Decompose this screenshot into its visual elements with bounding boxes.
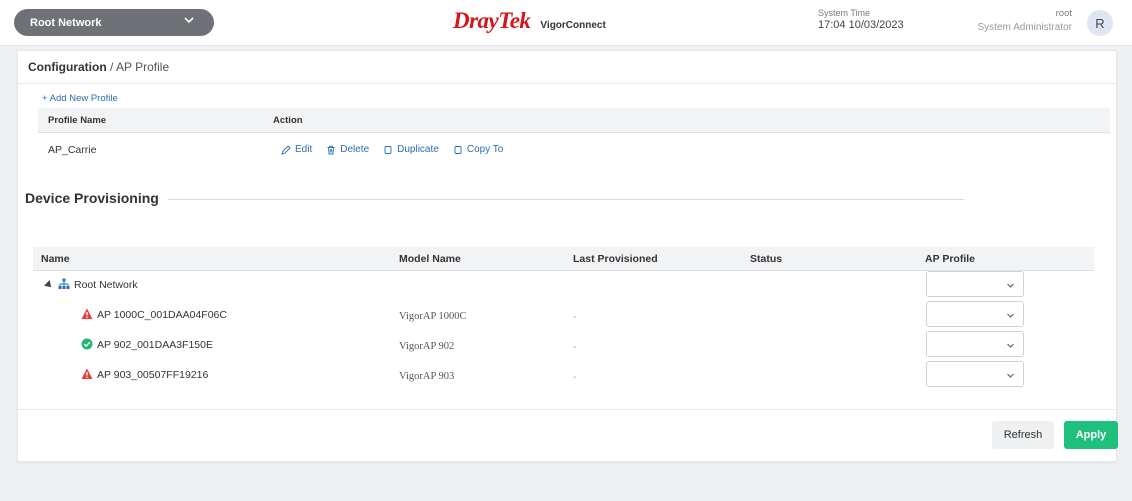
last-provisioned: - bbox=[573, 371, 577, 383]
warning-icon bbox=[81, 368, 93, 379]
warning-icon bbox=[81, 308, 93, 319]
pencil-icon bbox=[281, 144, 291, 155]
profile-actions: Edit Delete Duplicate Copy To bbox=[281, 144, 503, 155]
model-name: VigorAP 902 bbox=[399, 341, 455, 352]
delete-button[interactable]: Delete bbox=[326, 144, 369, 155]
ap-profile-select[interactable] bbox=[926, 271, 1024, 297]
device-name[interactable]: AP 1000C_001DAA04F06C bbox=[81, 308, 227, 321]
breadcrumb: Configuration / AP Profile bbox=[28, 60, 169, 74]
check-circle-icon bbox=[81, 338, 93, 350]
network-selector[interactable]: Root Network bbox=[14, 9, 214, 36]
copy-icon bbox=[384, 145, 392, 154]
column-header-name: Name bbox=[41, 253, 70, 265]
brand-name: DrayTek bbox=[453, 8, 531, 33]
device-name-label: AP 902_001DAA3F150E bbox=[97, 339, 213, 351]
breadcrumb-page: AP Profile bbox=[116, 60, 170, 74]
user-role: System Administrator bbox=[977, 22, 1072, 33]
apply-button[interactable]: Apply bbox=[1064, 421, 1118, 449]
device-name-label: AP 1000C_001DAA04F06C bbox=[97, 309, 227, 321]
network-selector-label: Root Network bbox=[30, 16, 102, 29]
divider bbox=[18, 409, 1118, 410]
user-info[interactable]: root System Administrator bbox=[978, 7, 1072, 35]
column-header-ap-profile: AP Profile bbox=[925, 253, 975, 265]
model-name: VigorAP 903 bbox=[399, 371, 455, 382]
add-new-profile-link[interactable]: + Add New Profile bbox=[42, 93, 118, 104]
top-bar: Root Network DrayTek VigorConnect System… bbox=[0, 0, 1132, 46]
ap-profile-select[interactable] bbox=[926, 301, 1024, 327]
profile-table-header: Profile Name Action bbox=[38, 108, 1110, 133]
column-header-profile-name: Profile Name bbox=[48, 115, 107, 126]
system-time-label: System Time bbox=[818, 8, 871, 18]
avatar[interactable]: R bbox=[1087, 10, 1113, 36]
root-network-node[interactable]: Root Network bbox=[58, 278, 138, 291]
refresh-button[interactable]: Refresh bbox=[992, 421, 1054, 449]
chevron-down-icon bbox=[1007, 313, 1014, 318]
section-title-device-provisioning: Device Provisioning bbox=[25, 190, 159, 206]
duplicate-label: Duplicate bbox=[397, 144, 439, 155]
collapse-toggle-icon[interactable] bbox=[44, 280, 54, 290]
model-name: VigorAP 1000C bbox=[399, 311, 467, 322]
profile-name: AP_Carrie bbox=[48, 144, 97, 156]
chevron-down-icon bbox=[1007, 343, 1014, 348]
chevron-down-icon bbox=[1007, 373, 1014, 378]
trash-icon bbox=[327, 145, 335, 154]
breadcrumb-section[interactable]: Configuration bbox=[28, 60, 107, 74]
device-name[interactable]: AP 903_00507FF19216 bbox=[81, 368, 208, 381]
network-tree-icon bbox=[58, 278, 70, 289]
copy-icon bbox=[454, 145, 462, 154]
tree-row-root: Root Network bbox=[33, 270, 1094, 300]
device-name-label: AP 903_00507FF19216 bbox=[97, 369, 209, 381]
table-row: AP 903_00507FF19216 VigorAP 903 - bbox=[33, 360, 1094, 390]
system-time: System Time 17:04 10/03/2023 bbox=[818, 7, 904, 31]
chevron-down-icon bbox=[1007, 283, 1014, 288]
delete-label: Delete bbox=[340, 144, 370, 155]
main-card: Configuration / AP Profile + Add New Pro… bbox=[17, 50, 1118, 462]
product-name: VigorConnect bbox=[540, 20, 606, 31]
ap-profile-select[interactable] bbox=[926, 331, 1024, 357]
draytek-logo: DrayTek VigorConnect bbox=[453, 8, 606, 34]
divider bbox=[168, 199, 964, 200]
root-network-label: Root Network bbox=[74, 279, 138, 291]
column-header-action: Action bbox=[273, 115, 303, 126]
edit-button[interactable]: Edit bbox=[281, 144, 312, 155]
table-row: AP_Carrie Edit Delete Duplicate Copy To bbox=[38, 136, 1110, 164]
last-provisioned: - bbox=[573, 341, 577, 353]
copy-to-button[interactable]: Copy To bbox=[453, 144, 504, 155]
column-header-model-name: Model Name bbox=[399, 253, 461, 265]
last-provisioned: - bbox=[573, 311, 577, 323]
device-name[interactable]: AP 902_001DAA3F150E bbox=[81, 338, 213, 351]
chevron-down-icon bbox=[184, 17, 194, 24]
device-table-header: Name Model Name Last Provisioned Status … bbox=[33, 247, 1094, 271]
table-row: AP 1000C_001DAA04F06C VigorAP 1000C - bbox=[33, 300, 1094, 330]
duplicate-button[interactable]: Duplicate bbox=[383, 144, 439, 155]
user-name: root bbox=[1055, 8, 1072, 19]
table-row: AP 902_001DAA3F150E VigorAP 902 - bbox=[33, 330, 1094, 360]
copy-to-label: Copy To bbox=[466, 144, 504, 155]
edit-label: Edit bbox=[295, 144, 313, 155]
breadcrumb-separator: / bbox=[106, 60, 116, 74]
system-time-value: 17:04 10/03/2023 bbox=[818, 19, 904, 31]
column-header-status: Status bbox=[750, 253, 783, 265]
ap-profile-select[interactable] bbox=[926, 361, 1024, 387]
column-header-last-provisioned: Last Provisioned bbox=[573, 253, 658, 265]
divider bbox=[18, 83, 1118, 84]
